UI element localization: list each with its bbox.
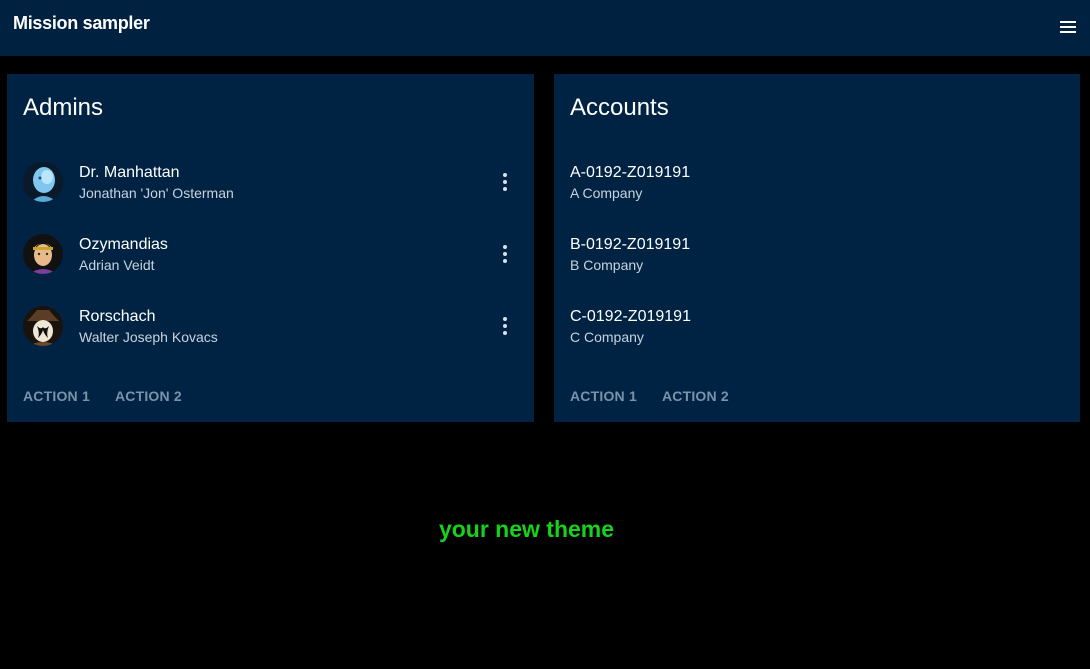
- more-vert-icon[interactable]: [493, 314, 517, 338]
- account-company: C Company: [570, 329, 644, 345]
- account-company: B Company: [570, 257, 644, 273]
- admin-list-item[interactable]: Dr. Manhattan Jonathan 'Jon' Osterman: [7, 146, 534, 218]
- admin-list-item[interactable]: Ozymandias Adrian Veidt: [7, 218, 534, 290]
- account-id: C-0192-Z019191: [570, 308, 691, 325]
- accounts-card-title: Accounts: [570, 94, 669, 121]
- accounts-card-actions: ACTION 1 ACTION 2: [562, 386, 746, 406]
- ozymandias-avatar: [23, 234, 63, 274]
- admins-card: Admins Dr. Manhattan Jonathan 'Jon' Oste…: [7, 74, 534, 422]
- more-vert-icon[interactable]: [493, 170, 517, 194]
- dr-manhattan-avatar: [23, 162, 63, 202]
- accounts-action-1-button[interactable]: ACTION 1: [570, 386, 637, 406]
- accounts-action-2-button[interactable]: ACTION 2: [662, 386, 729, 406]
- accounts-card: Accounts A-0192-Z019191 A Company B-0192…: [554, 74, 1080, 422]
- admin-name: Ozymandias: [79, 236, 168, 253]
- account-id: A-0192-Z019191: [570, 164, 691, 181]
- admins-card-actions: ACTION 1 ACTION 2: [15, 386, 199, 406]
- admin-list-item[interactable]: Rorschach Walter Joseph Kovacs: [7, 290, 534, 362]
- account-list-item[interactable]: B-0192-Z019191 B Company: [554, 218, 1080, 290]
- admin-real-name: Walter Joseph Kovacs: [79, 329, 218, 345]
- admin-name: Dr. Manhattan: [79, 164, 180, 181]
- admin-real-name: Adrian Veidt: [79, 257, 155, 273]
- account-id: B-0192-Z019191: [570, 236, 691, 253]
- admins-action-1-button[interactable]: ACTION 1: [23, 386, 90, 406]
- admins-action-2-button[interactable]: ACTION 2: [115, 386, 182, 406]
- rorschach-avatar: [23, 306, 63, 346]
- app-toolbar: Mission sampler: [0, 0, 1090, 56]
- account-company: A Company: [570, 185, 643, 201]
- admins-card-title: Admins: [23, 94, 104, 121]
- account-list-item[interactable]: A-0192-Z019191 A Company: [554, 146, 1080, 218]
- app-title: Mission sampler: [13, 13, 150, 33]
- menu-icon[interactable]: [1054, 14, 1082, 40]
- admin-name: Rorschach: [79, 308, 156, 325]
- admin-real-name: Jonathan 'Jon' Osterman: [79, 185, 234, 201]
- more-vert-icon[interactable]: [493, 242, 517, 266]
- theme-caption: your new theme: [438, 516, 615, 542]
- account-list-item[interactable]: C-0192-Z019191 C Company: [554, 290, 1080, 362]
